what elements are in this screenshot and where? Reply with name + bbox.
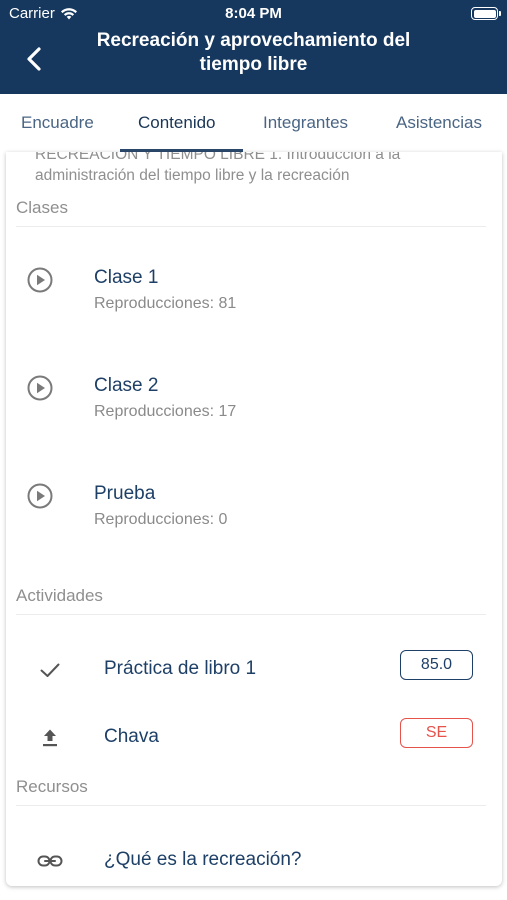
- activity-item[interactable]: Chava SE: [6, 714, 502, 764]
- tab-bar: Encuadre Contenido Integrantes Asistenci…: [0, 94, 507, 152]
- link-icon: [37, 855, 63, 867]
- play-icon: [27, 483, 53, 509]
- module-description: RECREACIÓN Y TIEMPO LIBRE 1. Introducció…: [35, 152, 401, 184]
- play-icon: [27, 267, 53, 293]
- grade-badge: 85.0: [400, 650, 473, 680]
- divider: [16, 805, 486, 806]
- upload-icon: [43, 729, 57, 747]
- section-title-actividades: Actividades: [16, 586, 103, 605]
- activity-title: Práctica de libro 1: [104, 658, 257, 679]
- tab-contenido[interactable]: Contenido: [138, 113, 216, 133]
- section-title-recursos: Recursos: [16, 777, 88, 796]
- check-icon: [40, 663, 60, 677]
- page-title: Recreación y aprovechamiento del tiempo …: [96, 30, 411, 75]
- tab-encuadre[interactable]: Encuadre: [21, 113, 94, 133]
- resource-title: ¿Qué es la recreación?: [104, 849, 302, 870]
- class-title: Clase 1: [94, 267, 159, 288]
- resource-item[interactable]: ¿Qué es la recreación?: [6, 837, 502, 886]
- class-views: Reproducciones: 17: [94, 403, 237, 420]
- section-title-clases: Clases: [16, 198, 68, 217]
- activity-title: Chava: [104, 726, 159, 747]
- status-time: 8:04 PM: [225, 5, 282, 22]
- tab-asistencias[interactable]: Asistencias: [396, 113, 482, 133]
- class-item[interactable]: Clase 2 Reproducciones: 17: [6, 363, 502, 453]
- back-chevron-icon[interactable]: [20, 44, 50, 74]
- battery-icon: [471, 7, 501, 20]
- divider: [16, 614, 486, 615]
- class-title: Prueba: [94, 483, 156, 504]
- top-app-bar: Carrier 8:04 PM Recreación y aprovechami…: [0, 0, 507, 94]
- content-card: RECREACIÓN Y TIEMPO LIBRE 1. Introducció…: [6, 152, 502, 886]
- class-item[interactable]: Clase 1 Reproducciones: 81: [6, 255, 502, 345]
- class-title: Clase 2: [94, 375, 159, 396]
- class-views: Reproducciones: 81: [94, 295, 237, 312]
- status-bar: Carrier 8:04 PM: [0, 0, 507, 28]
- divider: [16, 226, 486, 227]
- play-icon: [27, 375, 53, 401]
- class-views: Reproducciones: 0: [94, 511, 228, 528]
- tab-integrantes[interactable]: Integrantes: [263, 113, 348, 133]
- class-item[interactable]: Prueba Reproducciones: 0: [6, 471, 502, 561]
- activity-item[interactable]: Práctica de libro 1 85.0: [6, 646, 502, 696]
- status-badge: SE: [400, 718, 473, 748]
